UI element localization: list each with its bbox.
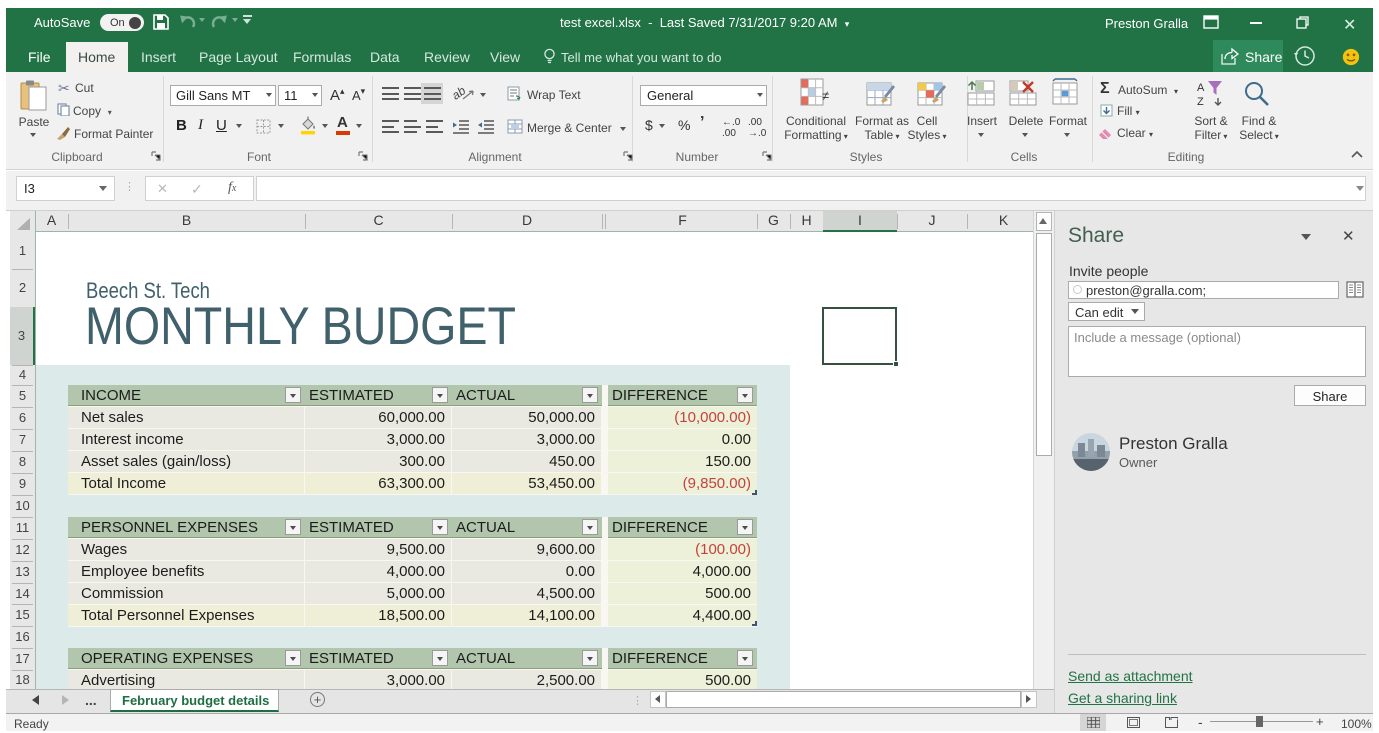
svg-text:≠: ≠ <box>822 88 829 103</box>
svg-text:A: A <box>1197 82 1205 94</box>
svg-text:Z: Z <box>1197 96 1204 108</box>
